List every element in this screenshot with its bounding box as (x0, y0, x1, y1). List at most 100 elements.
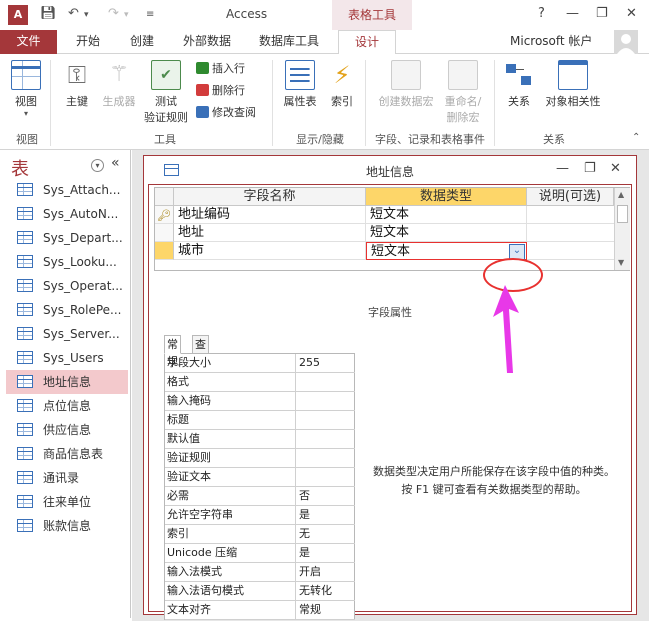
test-validation-button[interactable]: ✔ 测试 验证规则 (142, 60, 190, 125)
nav-item-table[interactable]: 商品信息表 (6, 442, 128, 466)
property-value[interactable]: 常规 (296, 601, 355, 619)
grid-scrollbar[interactable]: ▲ ▼ (614, 188, 630, 270)
row-selector[interactable] (155, 224, 174, 242)
property-value[interactable] (296, 392, 355, 410)
row-selector[interactable]: 🔑︎ (155, 206, 174, 224)
scroll-thumb[interactable] (617, 205, 628, 223)
scroll-down-icon[interactable]: ▼ (618, 258, 624, 267)
nav-item-table[interactable]: 通讯录 (6, 466, 128, 490)
property-value[interactable] (296, 449, 355, 467)
tab-lookup[interactable]: 查阅 (192, 335, 209, 368)
view-button[interactable]: 视图 ▾ (8, 60, 44, 118)
property-sheet-button[interactable]: 属性表 (280, 60, 320, 109)
row-selector-active[interactable] (155, 242, 174, 260)
nav-item-table[interactable]: 地址信息 (6, 370, 128, 394)
property-value[interactable]: 开启 (296, 563, 355, 581)
property-value[interactable]: 否 (296, 487, 355, 505)
tab-design[interactable]: 设计 (338, 30, 396, 55)
header-field-name[interactable]: 字段名称 (174, 188, 366, 206)
nav-dropdown-icon[interactable]: ▾ (91, 159, 104, 172)
property-value[interactable]: 无转化 (296, 582, 355, 600)
data-type-cell[interactable]: 短文本 (366, 206, 527, 224)
nav-item-table[interactable]: Sys_Depart... (6, 226, 128, 250)
collapse-ribbon-icon[interactable]: ⌃ (632, 132, 640, 143)
modify-lookups-button[interactable]: 修改查阅 (196, 104, 256, 122)
nav-item-table[interactable]: 供应信息 (6, 418, 128, 442)
description-cell[interactable] (527, 224, 614, 242)
nav-collapse-button[interactable]: « (111, 155, 120, 171)
field-name-cell[interactable]: 地址 (174, 224, 366, 242)
nav-item-table[interactable]: 往来单位 (6, 490, 128, 514)
nav-item-table[interactable]: Sys_Operat... (6, 274, 128, 298)
nav-item-table[interactable]: Sys_Server... (6, 322, 128, 346)
object-dependencies-button[interactable]: 对象相关性 (540, 60, 606, 109)
property-row[interactable]: 输入法模式 开启 (165, 563, 355, 582)
nav-item-table[interactable]: Sys_RolePe... (6, 298, 128, 322)
header-description[interactable]: 说明(可选) (527, 188, 614, 206)
help-button[interactable]: ? (538, 6, 545, 21)
undo-dropdown-icon[interactable]: ▾ (84, 10, 89, 28)
primary-key-button[interactable]: ⚿ 主键 (60, 60, 94, 109)
property-value[interactable]: 是 (296, 506, 355, 524)
nav-item-table[interactable]: Sys_Attach... (6, 178, 128, 202)
data-type-cell[interactable]: 短文本 (366, 224, 527, 242)
group-label-relationships: 关系 (543, 133, 565, 146)
nav-item-table[interactable]: Sys_Looku... (6, 250, 128, 274)
delete-rows-button[interactable]: 删除行 (196, 82, 245, 100)
tab-create[interactable]: 创建 (130, 30, 154, 54)
property-row[interactable]: 输入掩码 (165, 392, 355, 411)
property-row[interactable]: 文本对齐 常规 (165, 601, 355, 620)
doc-minimize-button[interactable]: — (556, 161, 569, 176)
property-row[interactable]: 允许空字符串是 (165, 506, 355, 525)
scroll-up-icon[interactable]: ▲ (618, 190, 624, 199)
field-name-cell[interactable]: 地址编码 (174, 206, 366, 224)
description-cell[interactable] (527, 242, 614, 260)
undo-icon[interactable]: ↶ (68, 6, 79, 24)
property-row[interactable]: 输入法语句模式 无转化 (165, 582, 355, 601)
property-value[interactable] (296, 411, 355, 429)
property-row[interactable]: 标题 (165, 411, 355, 430)
minimize-button[interactable]: — (566, 6, 579, 21)
table-icon (17, 471, 33, 484)
property-value[interactable]: 255 (296, 354, 355, 372)
property-row[interactable]: 默认值 (165, 430, 355, 449)
tab-file[interactable]: 文件 (0, 30, 57, 54)
save-icon[interactable]: 💾︎ (40, 6, 57, 24)
nav-item-table[interactable]: Sys_Users (6, 346, 128, 370)
property-row[interactable]: 索引无 (165, 525, 355, 544)
indexes-button[interactable]: ⚡︎ 索引 (326, 60, 358, 109)
nav-item-table[interactable]: 账款信息 (6, 514, 128, 538)
doc-close-button[interactable]: ✕ (610, 161, 621, 176)
tab-general[interactable]: 常规 (164, 335, 181, 368)
insert-rows-button[interactable]: 插入行 (196, 60, 245, 78)
property-row[interactable]: 字段大小 255 (165, 354, 355, 373)
close-button[interactable]: ✕ (626, 6, 637, 21)
ribbon: 视图 ▾ ⚿ 主键 ⚚ 生成器 ✔ 测试 验证规则 插入行 删除行 修改查阅 属… (0, 54, 649, 150)
property-row[interactable]: 格式 (165, 373, 355, 392)
relationships-button[interactable]: 关系 (502, 60, 536, 109)
doc-restore-button[interactable]: ❐ (584, 161, 596, 176)
property-row[interactable]: 验证文本 (165, 468, 355, 487)
property-value[interactable] (296, 468, 355, 486)
tab-external-data[interactable]: 外部数据 (183, 30, 231, 54)
property-value[interactable] (296, 430, 355, 448)
account-link[interactable]: Microsoft 帐户 (510, 30, 592, 54)
avatar[interactable] (614, 30, 638, 54)
description-cell[interactable] (527, 206, 614, 224)
access-logo-icon[interactable]: A (8, 5, 28, 25)
tab-database-tools[interactable]: 数据库工具 (259, 30, 319, 54)
data-type-cell-active[interactable]: 短文本 (366, 242, 527, 260)
property-value[interactable]: 是 (296, 544, 355, 562)
restore-button[interactable]: ❐ (596, 6, 608, 21)
nav-item-table[interactable]: 点位信息 (6, 394, 128, 418)
field-name-cell[interactable]: 城市 (174, 242, 366, 260)
header-data-type[interactable]: 数据类型 (366, 188, 527, 206)
nav-item-table[interactable]: Sys_AutoN... (6, 202, 128, 226)
property-value[interactable] (296, 373, 355, 391)
property-row[interactable]: 必需否 (165, 487, 355, 506)
customize-qat-icon[interactable]: ≡ (146, 9, 154, 27)
property-row[interactable]: 验证规则 (165, 449, 355, 468)
property-value[interactable]: 无 (296, 525, 355, 543)
property-row[interactable]: Unicode 压缩是 (165, 544, 355, 563)
tab-home[interactable]: 开始 (76, 30, 100, 54)
